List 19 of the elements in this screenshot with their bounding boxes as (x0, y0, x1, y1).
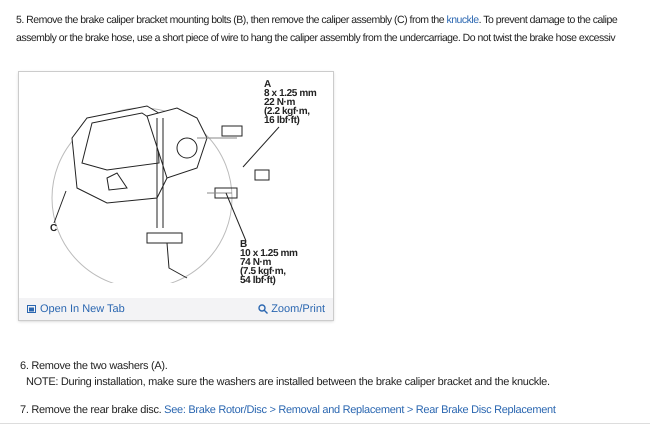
reference-link[interactable]: See: Brake Rotor/Disc > Removal and Replacement > Rear Brake Disc Replacement (164, 404, 556, 416)
leader-line (225, 192, 247, 242)
callout-letter: A (264, 80, 272, 89)
note-text: NOTE: During installation, make sure the washers are installed between the brake caliper bracket and the knuckle. (25, 375, 550, 389)
knuckle-link[interactable]: knuckle (446, 14, 479, 26)
open-in-new-tab-link[interactable]: Open In New Tab (27, 300, 125, 318)
leader-line (242, 126, 280, 168)
magnifier-icon (258, 304, 268, 314)
zoom-print-link[interactable]: Zoom/Print (258, 300, 325, 318)
callout-letter: B (240, 240, 247, 249)
step-text: 7. Remove the rear brake disc. See: Brake Rotor/Disc > Removal and Replacement > Rear Brake Disc Replacement (20, 403, 556, 417)
instruction-text: assembly or the brake hose, use a short piece of wire to hang the caliper assembly from the undercarriage. Do not twist the brake hose excessiv (16, 31, 616, 45)
instruction-text: 5. Remove the brake caliper bracket mounting bolts (B), then remove the caliper assembly (C) from the knuckle. To prevent damage to the calipe (16, 13, 618, 27)
callout-letter: C (50, 224, 57, 233)
step-text: 6. Remove the two washers (A). (20, 359, 168, 373)
new-tab-icon (27, 305, 36, 313)
leader-line (53, 190, 67, 224)
callout-spec: 8 x 1.25 mm 22 N·m (2.2 kgf·m, 16 lbf·ft) (264, 89, 316, 125)
callout-spec: 10 x 1.25 mm 74 N·m (7.5 kgf·m, 54 lbf·ft) (240, 249, 298, 285)
